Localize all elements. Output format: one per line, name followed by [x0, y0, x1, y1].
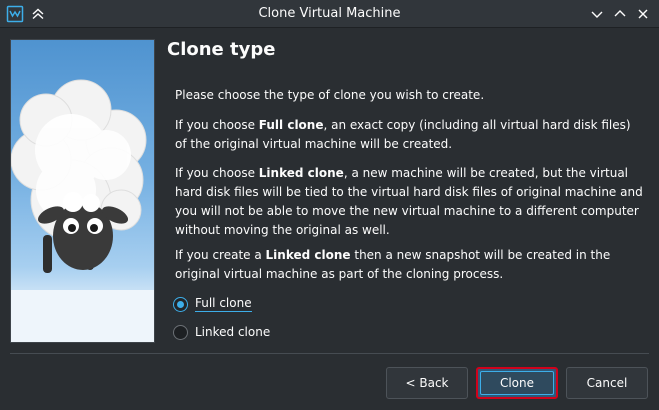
page-title: Clone type — [167, 39, 276, 60]
chevron-down-icon — [591, 11, 603, 18]
full-clone-radio[interactable] — [173, 296, 188, 312]
clone-button[interactable]: Clone — [476, 367, 558, 399]
close-button[interactable] — [633, 4, 653, 24]
snapshot-description: If you create a Linked clone then a new … — [175, 248, 611, 281]
linked-clone-description: If you choose Linked clone, a new machin… — [175, 166, 643, 237]
back-button[interactable]: < Back — [386, 367, 468, 399]
maximize-button[interactable] — [610, 4, 630, 24]
separator — [10, 353, 649, 354]
linked-clone-label[interactable]: Linked clone — [195, 325, 270, 339]
clone-button-label: Clone — [499, 376, 535, 390]
linked-clone-option[interactable]: Linked clone — [173, 323, 270, 341]
window-title: Clone Virtual Machine — [258, 6, 401, 21]
minimize-button[interactable] — [587, 4, 607, 24]
sheep-illustration — [10, 39, 155, 343]
clone-vm-dialog: Clone Virtual Machine Clone type Please … — [0, 0, 659, 410]
intro-text: Please choose the type of clone you wish… — [175, 88, 485, 102]
cancel-button[interactable]: Cancel — [566, 367, 648, 399]
linked-clone-radio[interactable] — [173, 324, 188, 340]
full-clone-label[interactable]: Full clone — [195, 296, 252, 312]
full-clone-description: If you choose Full clone, an exact copy … — [175, 118, 631, 151]
chevron-up-icon — [614, 10, 626, 17]
close-icon — [638, 9, 648, 19]
full-clone-option[interactable]: Full clone — [173, 295, 252, 313]
title-bar: Clone Virtual Machine — [0, 0, 659, 28]
